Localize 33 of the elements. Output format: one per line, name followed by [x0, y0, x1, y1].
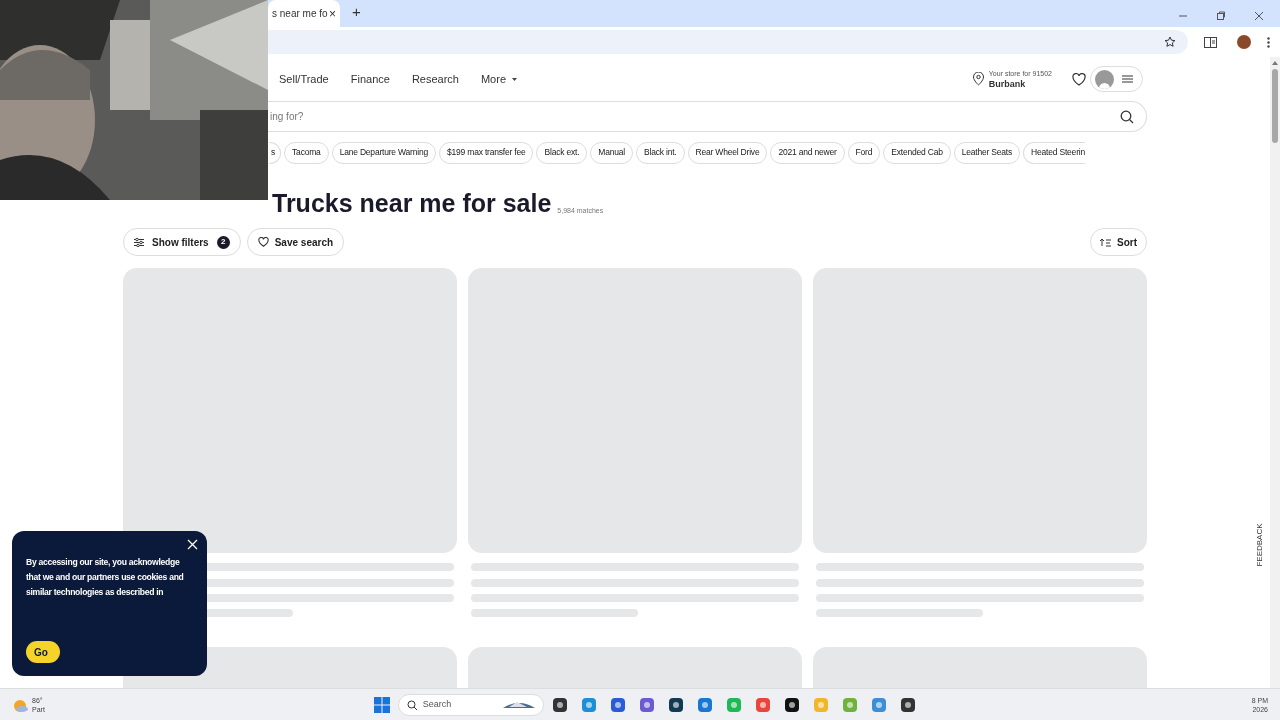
sort-icon: [1100, 237, 1111, 247]
cookie-accept-button[interactable]: Go: [26, 641, 60, 663]
nav-link[interactable]: Sell/Trade: [279, 70, 329, 88]
caret-icon: [512, 77, 517, 81]
menu-icon[interactable]: [1267, 36, 1270, 48]
location-pin-icon: [971, 72, 985, 86]
scrollbar[interactable]: [1270, 57, 1280, 688]
star-icon[interactable]: [1164, 36, 1176, 48]
page-heading: Trucks near me for sale: [272, 188, 552, 218]
browser-tab[interactable]: s near me fo×: [268, 0, 340, 27]
filter-count-badge: 2: [216, 235, 230, 249]
heart-icon: [257, 237, 269, 247]
sliders-icon: [134, 237, 144, 247]
search-icon[interactable]: [1120, 109, 1134, 124]
windows-start-icon[interactable]: [373, 696, 390, 713]
app-icon[interactable]: [667, 696, 684, 713]
weather-icon: [12, 697, 28, 712]
user-avatar-icon: [1095, 69, 1114, 89]
tab-title: s near me fo: [272, 7, 328, 21]
cookie-notice-text: By accessing our site, you acknowledge that we and our partners use cookies and similar technologies as described in: [26, 556, 185, 599]
nav-link[interactable]: Research: [411, 70, 459, 88]
profile-avatar[interactable]: [1237, 35, 1251, 49]
app-icon[interactable]: [609, 696, 626, 713]
nav-link[interactable]: Finance: [350, 70, 390, 88]
restore-icon[interactable]: [1216, 11, 1226, 21]
tab-close[interactable]: ×: [329, 4, 336, 23]
new-tab-button[interactable]: +: [352, 0, 361, 23]
heart-icon[interactable]: [1072, 72, 1086, 86]
taskbar-search-box[interactable]: Search: [397, 693, 544, 716]
search-icon: [406, 699, 417, 710]
reading-list-icon[interactable]: [1204, 36, 1217, 48]
menu-icon: [1122, 75, 1133, 83]
nav-link[interactable]: More: [480, 70, 517, 88]
